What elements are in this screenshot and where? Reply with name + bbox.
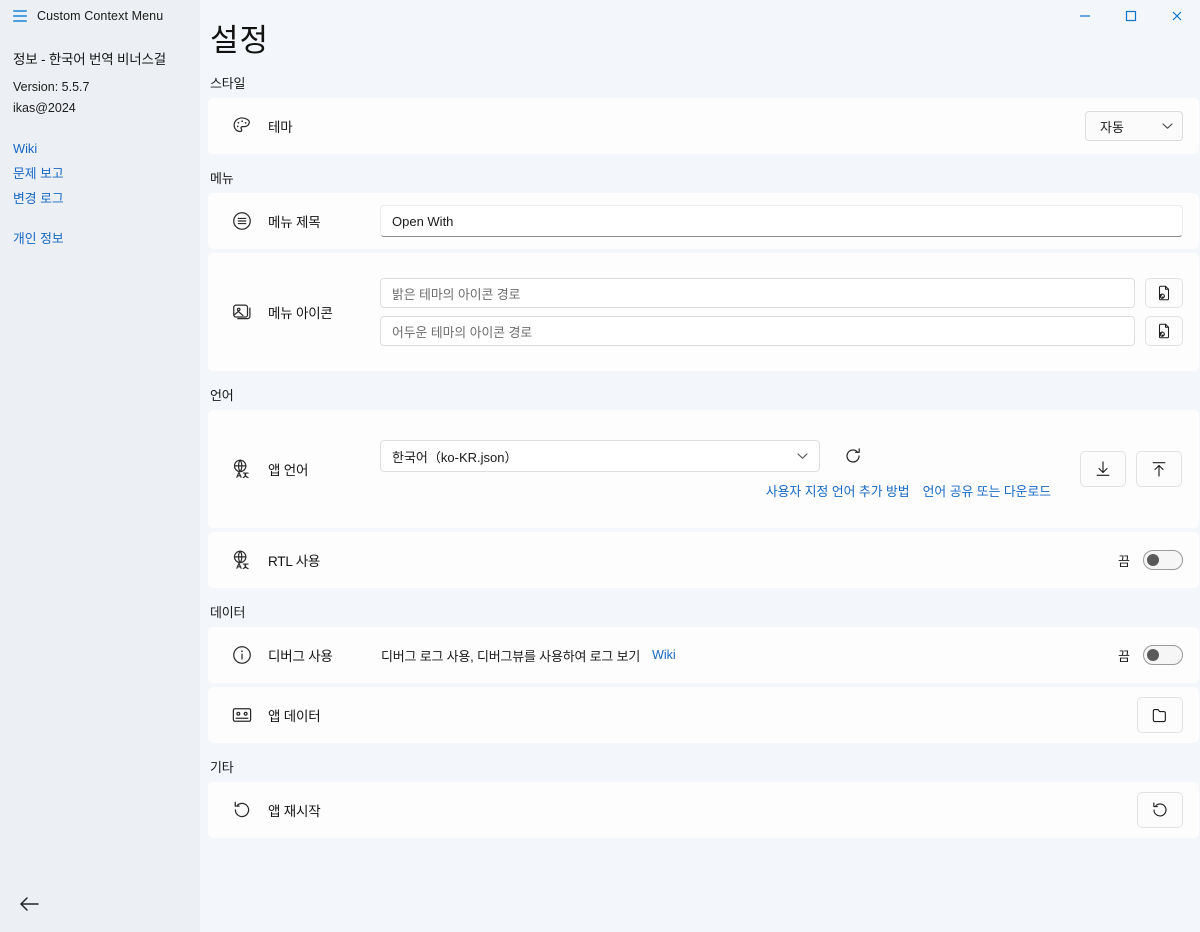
menu-title-input[interactable]: Open With xyxy=(380,205,1183,238)
chevron-down-icon xyxy=(1162,122,1173,130)
app-window: Custom Context Menu 정보 - 한국어 번역 비너스걸 Ver… xyxy=(0,0,1200,932)
chevron-down-icon xyxy=(797,452,808,460)
browse-light-icon-button[interactable] xyxy=(1145,278,1183,309)
restart-icon xyxy=(1150,800,1170,820)
list-circle-icon xyxy=(226,205,258,237)
sidebar: Custom Context Menu 정보 - 한국어 번역 비너스걸 Ver… xyxy=(0,0,200,932)
cassette-icon xyxy=(226,699,258,731)
sidebar-link-wiki[interactable]: Wiki xyxy=(13,136,186,161)
icon-path-row-light: 밝은 테마의 아이콘 경로 xyxy=(380,278,1183,309)
icon-path-row-dark: 어두운 테마의 아이콘 경로 xyxy=(380,316,1183,347)
sidebar-titlebar: Custom Context Menu xyxy=(0,0,200,32)
row-label-rtl: RTL 사용 xyxy=(268,554,321,570)
main-content: 설정 스타일 테마 자동 메뉴 메뉴 제목 Open With 메뉴 아이콘 밝… xyxy=(200,0,1200,932)
settings-scroll-area: 스타일 테마 자동 메뉴 메뉴 제목 Open With 메뉴 아이콘 밝은 테… xyxy=(200,63,1200,932)
app-title: Custom Context Menu xyxy=(37,9,164,23)
section-label-style: 스타일 xyxy=(210,76,246,92)
restart-app-button[interactable] xyxy=(1137,792,1183,829)
window-controls xyxy=(1062,0,1200,32)
language-controls: 한국어（ko-KR.json） 사용자 지정 언어 추가 방법 언어 공유 또는… xyxy=(380,438,1183,500)
row-label-menu-icon: 메뉴 아이콘 xyxy=(268,306,333,322)
section-label-data: 데이터 xyxy=(210,605,246,621)
debug-toggle-wrap: 끔 xyxy=(1118,645,1183,666)
section-label-language: 언어 xyxy=(210,388,234,404)
sidebar-link-privacy[interactable]: 개인 정보 xyxy=(13,226,186,251)
palette-icon xyxy=(226,110,258,142)
open-app-data-folder-button[interactable] xyxy=(1137,697,1183,734)
refresh-icon xyxy=(843,446,863,466)
language-select-row: 한국어（ko-KR.json） xyxy=(380,438,1183,474)
row-label-restart: 앱 재시작 xyxy=(268,804,321,820)
sidebar-link-report-issue[interactable]: 문제 보고 xyxy=(13,161,186,186)
row-restart: 앱 재시작 xyxy=(208,782,1199,839)
about-heading-text: 정보 - 한국어 번역 비너스걸 xyxy=(13,52,166,67)
theme-dropdown-value: 자동 xyxy=(1100,119,1124,135)
dark-icon-path-input[interactable]: 어두운 테마의 아이콘 경로 xyxy=(380,316,1135,347)
rtl-toggle-state: 끔 xyxy=(1118,553,1130,569)
row-app-language: 앱 언어 한국어（ko-KR.json） 사용자 지정 언어 추가 방법 언어 … xyxy=(208,410,1199,529)
link-add-custom-language[interactable]: 사용자 지정 언어 추가 방법 xyxy=(766,481,910,500)
row-label-menu-title: 메뉴 제목 xyxy=(268,215,321,231)
row-menu-title: 메뉴 제목 Open With xyxy=(208,193,1199,250)
row-app-data: 앱 데이터 xyxy=(208,687,1199,744)
row-debug: 디버그 사용 디버그 로그 사용, 디버그뷰를 사용하여 로그 보기 Wiki … xyxy=(208,627,1199,684)
row-label-app-data: 앱 데이터 xyxy=(268,709,321,725)
debug-toggle-state: 끔 xyxy=(1118,648,1130,664)
file-open-icon xyxy=(1155,322,1173,340)
debug-toggle[interactable] xyxy=(1143,645,1183,666)
close-button[interactable] xyxy=(1154,0,1200,32)
minimize-button[interactable] xyxy=(1062,0,1108,32)
hamburger-icon[interactable] xyxy=(13,10,27,22)
toggle-knob xyxy=(1147,554,1159,567)
app-language-value: 한국어（ko-KR.json） xyxy=(392,449,518,465)
globe-translate-icon xyxy=(226,544,258,576)
restart-icon xyxy=(226,794,258,826)
about-heading: 정보 - 한국어 번역 비너스걸 xyxy=(13,48,186,68)
sidebar-links-secondary: 개인 정보 xyxy=(13,226,186,251)
row-menu-icon: 메뉴 아이콘 밝은 테마의 아이콘 경로 어두운 테마의 아이콘 경로 xyxy=(208,253,1199,372)
row-rtl: RTL 사용 끔 xyxy=(208,532,1199,589)
app-language-dropdown[interactable]: 한국어（ko-KR.json） xyxy=(380,440,820,473)
language-links: 사용자 지정 언어 추가 방법 언어 공유 또는 다운로드 xyxy=(380,481,1052,500)
upload-language-button[interactable] xyxy=(1136,451,1182,488)
icon-path-fields: 밝은 테마의 아이콘 경로 어두운 테마의 아이콘 경로 xyxy=(380,278,1183,347)
info-circle-icon xyxy=(226,639,258,671)
sidebar-links: Wiki 문제 보고 변경 로그 xyxy=(13,136,186,211)
browse-dark-icon-button[interactable] xyxy=(1145,316,1183,347)
maximize-button[interactable] xyxy=(1108,0,1154,32)
download-language-button[interactable] xyxy=(1080,451,1126,488)
toggle-knob xyxy=(1147,649,1159,662)
back-button[interactable] xyxy=(10,887,48,921)
arrow-left-icon xyxy=(18,895,40,913)
version-text: Version: 5.5.7 xyxy=(13,80,90,94)
dark-icon-path-placeholder: 어두운 테마의 아이콘 경로 xyxy=(392,324,533,340)
menu-title-input-value: Open With xyxy=(392,213,454,229)
upload-icon xyxy=(1149,459,1169,479)
debug-description: 디버그 로그 사용, 디버그뷰를 사용하여 로그 보기 xyxy=(381,648,641,664)
sidebar-body: 정보 - 한국어 번역 비너스걸 Version: 5.5.7 ikas@202… xyxy=(0,32,200,251)
rtl-toggle-wrap: 끔 xyxy=(1118,550,1183,571)
row-theme: 테마 자동 xyxy=(208,98,1199,155)
link-share-or-download-language[interactable]: 언어 공유 또는 다운로드 xyxy=(923,481,1051,500)
file-open-icon xyxy=(1155,284,1173,302)
row-label-theme: 테마 xyxy=(268,120,293,136)
row-label-app-language: 앱 언어 xyxy=(268,463,309,479)
page-title: 설정 xyxy=(210,23,270,58)
rtl-toggle[interactable] xyxy=(1143,550,1183,571)
section-label-other: 기타 xyxy=(210,760,234,776)
light-icon-path-input[interactable]: 밝은 테마의 아이콘 경로 xyxy=(380,278,1135,309)
sidebar-link-changelog[interactable]: 변경 로그 xyxy=(13,186,186,211)
section-label-menu: 메뉴 xyxy=(210,171,234,187)
globe-translate-icon xyxy=(226,453,258,485)
row-label-debug: 디버그 사용 xyxy=(268,649,333,665)
debug-wiki-link[interactable]: Wiki xyxy=(652,648,676,662)
light-icon-path-placeholder: 밝은 테마의 아이콘 경로 xyxy=(392,286,521,302)
image-icon xyxy=(226,296,258,328)
author-text: ikas@2024 xyxy=(13,101,76,115)
language-io-buttons xyxy=(1080,451,1182,488)
refresh-languages-button[interactable] xyxy=(830,438,876,474)
theme-dropdown[interactable]: 자동 xyxy=(1085,111,1183,142)
folder-icon xyxy=(1150,705,1170,725)
download-icon xyxy=(1093,459,1113,479)
